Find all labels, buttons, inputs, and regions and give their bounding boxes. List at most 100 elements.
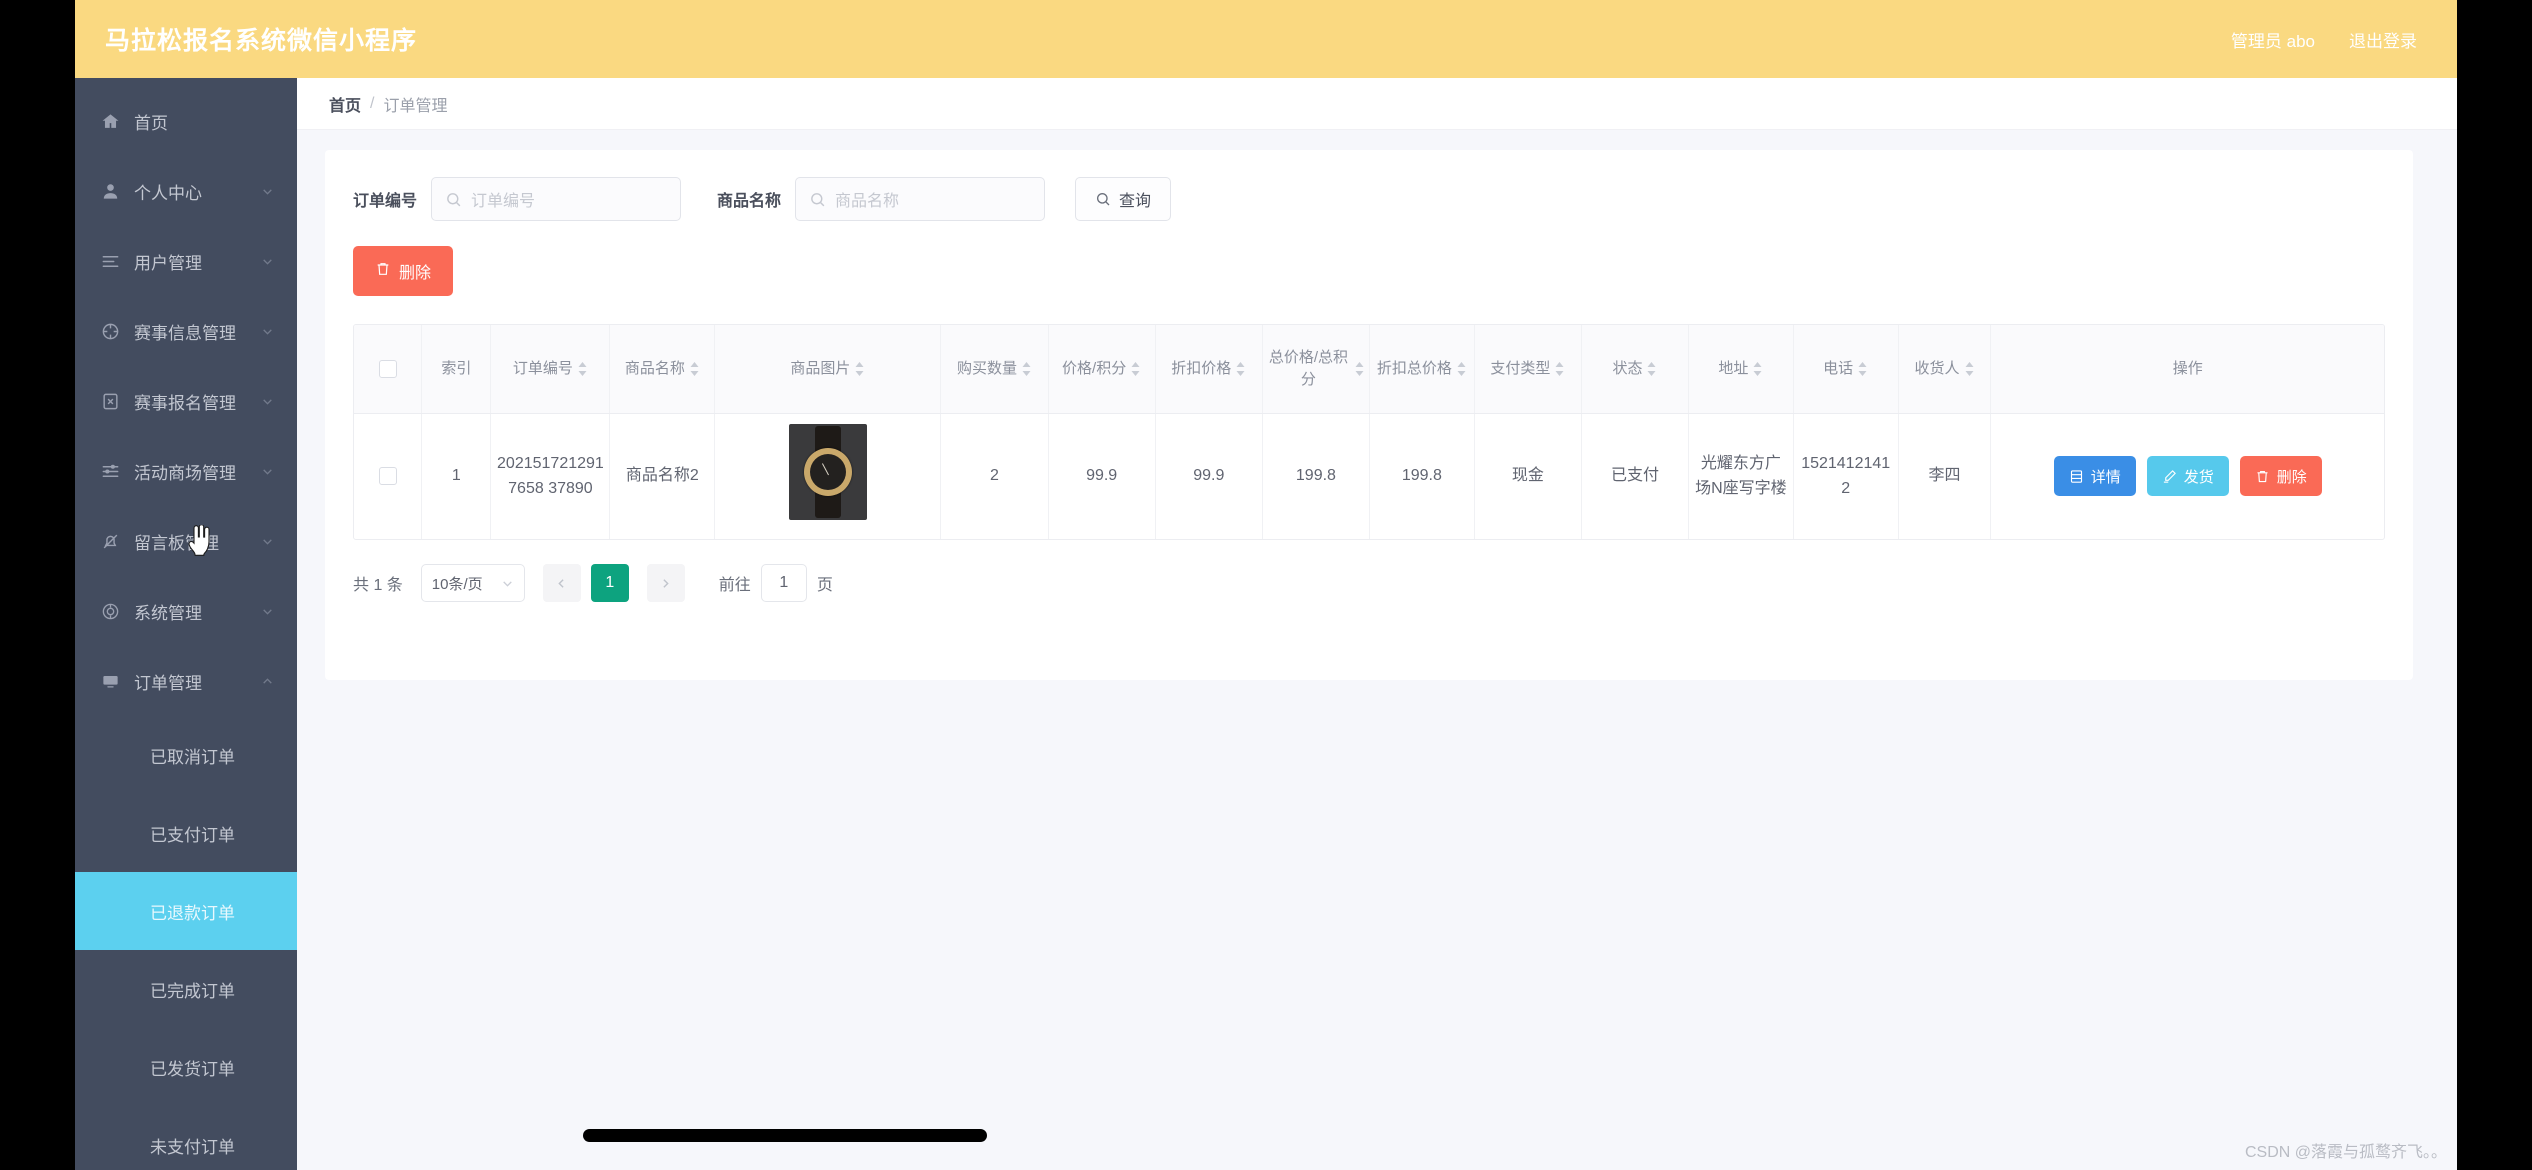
row-delete-button[interactable]: 删除 [2239, 456, 2322, 497]
sidebar-item-user-management[interactable]: 用户管理 [75, 226, 297, 296]
sidebar-item-label: 赛事信息管理 [134, 323, 236, 343]
th-product-name[interactable]: 商品名称 [609, 325, 716, 414]
user-icon [99, 180, 121, 202]
sort-icon[interactable] [1964, 361, 1975, 377]
th-quantity[interactable]: 购买数量 [940, 325, 1049, 414]
sort-icon[interactable] [1752, 361, 1763, 377]
sidebar-subitem-label: 已支付订单 [150, 825, 235, 845]
order-panel: 订单编号 订单编号 商品名称 商品名称 查询 删除 索引 订单编号 商品名称 商… [325, 150, 2413, 680]
sort-icon[interactable] [1235, 361, 1246, 377]
sidebar-subitem-unpaid-orders[interactable]: 未支付订单 [75, 1106, 297, 1170]
page-size-value: 10条/页 [431, 575, 483, 593]
logout-button[interactable]: 退出登录 [2349, 27, 2417, 52]
th-label: 商品名称 [624, 359, 685, 377]
th-receiver[interactable]: 收货人 [1898, 325, 1992, 414]
table-row: 1 2021517212917658 37890 商品名称2 2 99.9 99… [354, 413, 2384, 539]
chevron-down-icon [259, 253, 275, 269]
th-discount-total-price[interactable]: 折扣总价格 [1369, 325, 1475, 414]
pagination-next-button[interactable] [646, 564, 685, 602]
row-detail-button[interactable]: 详情 [2053, 456, 2136, 497]
select-all-checkbox[interactable] [378, 359, 397, 378]
th-label: 总价格/总积分 [1268, 349, 1348, 388]
sort-icon[interactable] [1130, 361, 1141, 377]
watermark: CSDN @落霞与孤鹜齐飞。。 [2244, 1144, 2447, 1161]
th-status[interactable]: 状态 [1581, 325, 1690, 414]
sidebar-item-message-board-management[interactable]: 留言板管理 [75, 506, 297, 576]
row-ship-button[interactable]: 发货 [2146, 456, 2229, 497]
th-label: 地址 [1718, 359, 1749, 377]
sort-icon[interactable] [1857, 361, 1868, 377]
chevron-down-icon [259, 533, 275, 549]
query-button[interactable]: 查询 [1075, 177, 1172, 221]
th-pay-type[interactable]: 支付类型 [1474, 325, 1582, 414]
page-size-select[interactable]: 10条/页 [420, 564, 525, 602]
sidebar-subitem-paid-orders[interactable]: 已支付订单 [75, 794, 297, 872]
th-label: 价格/积分 [1062, 359, 1127, 377]
pagination-page-1[interactable]: 1 [590, 564, 629, 602]
cell-phone: 15214121412 [1793, 413, 1899, 539]
search-icon [809, 191, 826, 208]
compass-icon [99, 320, 121, 342]
sidebar-item-event-signup-management[interactable]: 赛事报名管理 [75, 366, 297, 436]
sidebar-item-order-management[interactable]: 订单管理 [75, 646, 297, 716]
th-order-no[interactable]: 订单编号 [490, 325, 611, 414]
sidebar-item-label: 用户管理 [134, 253, 202, 273]
sidebar-item-system-management[interactable]: 系统管理 [75, 576, 297, 646]
cell-discount-price: 99.9 [1155, 413, 1263, 539]
row-detail-label: 详情 [2090, 468, 2121, 486]
th-phone[interactable]: 电话 [1793, 325, 1899, 414]
th-address[interactable]: 地址 [1688, 325, 1794, 414]
th-label: 电话 [1823, 359, 1854, 377]
sort-icon[interactable] [854, 361, 865, 377]
sidebar-subitem-label: 已完成订单 [150, 981, 235, 1001]
batch-delete-label: 删除 [398, 265, 431, 282]
sidebar-item-label: 个人中心 [134, 183, 202, 203]
sidebar-subitem-shipped-orders[interactable]: 已发货订单 [75, 1028, 297, 1106]
sidebar-subitem-refunded-orders[interactable]: 已退款订单 [75, 872, 297, 950]
horizontal-scrollbar[interactable] [583, 1129, 987, 1142]
sidebar-item-label: 活动商场管理 [134, 463, 236, 483]
sidebar-item-home[interactable]: 首页 [75, 86, 297, 156]
cell-row-select[interactable] [354, 413, 423, 539]
sort-icon[interactable] [1021, 361, 1032, 377]
th-label: 折扣价格 [1171, 359, 1232, 377]
pagination-prev-button[interactable] [542, 564, 581, 602]
sidebar-item-activity-mall-management[interactable]: 活动商场管理 [75, 436, 297, 506]
home-icon [99, 110, 121, 132]
chevron-left-icon [558, 578, 564, 588]
breadcrumb-current: 订单管理 [383, 97, 448, 115]
sort-icon[interactable] [1554, 361, 1565, 377]
sidebar-subitem-cancelled-orders[interactable]: 已取消订单 [75, 716, 297, 794]
pagination-goto-input[interactable]: 1 [760, 564, 807, 602]
cell-order-no: 2021517212917658 37890 [490, 413, 611, 539]
row-ship-label: 发货 [2183, 468, 2214, 486]
th-total-price-points[interactable]: 总价格/总积分 [1262, 325, 1370, 414]
sort-icon[interactable] [689, 361, 700, 377]
product-image-thumbnail[interactable] [788, 423, 867, 520]
sort-icon[interactable] [577, 361, 588, 377]
sidebar-item-event-info-management[interactable]: 赛事信息管理 [75, 296, 297, 366]
sort-icon[interactable] [1456, 361, 1467, 377]
trash-icon [2255, 469, 2270, 484]
th-product-image[interactable]: 商品图片 [714, 325, 942, 414]
th-price-points[interactable]: 价格/积分 [1048, 325, 1156, 414]
search-icon [1095, 191, 1111, 207]
sidebar-item-label: 系统管理 [134, 603, 202, 623]
row-delete-label: 删除 [2276, 468, 2307, 486]
sort-icon[interactable] [1354, 361, 1365, 377]
sort-icon[interactable] [1646, 361, 1657, 377]
sidebar-subitem-label: 未支付订单 [150, 1137, 235, 1157]
th-select-all[interactable] [354, 325, 423, 414]
th-label: 购买数量 [956, 359, 1017, 377]
th-discount-price[interactable]: 折扣价格 [1155, 325, 1263, 414]
breadcrumb-home[interactable]: 首页 [329, 92, 361, 116]
th-label: 商品图片 [790, 359, 851, 377]
product-name-input[interactable]: 商品名称 [795, 177, 1046, 221]
cell-receiver: 李四 [1898, 413, 1992, 539]
row-checkbox[interactable] [378, 467, 397, 486]
sidebar-item-personal-center[interactable]: 个人中心 [75, 156, 297, 226]
batch-delete-button[interactable]: 删除 [353, 246, 453, 296]
order-no-input[interactable]: 订单编号 [431, 177, 682, 221]
sidebar-subitem-completed-orders[interactable]: 已完成订单 [75, 950, 297, 1028]
chevron-down-icon [501, 577, 514, 590]
